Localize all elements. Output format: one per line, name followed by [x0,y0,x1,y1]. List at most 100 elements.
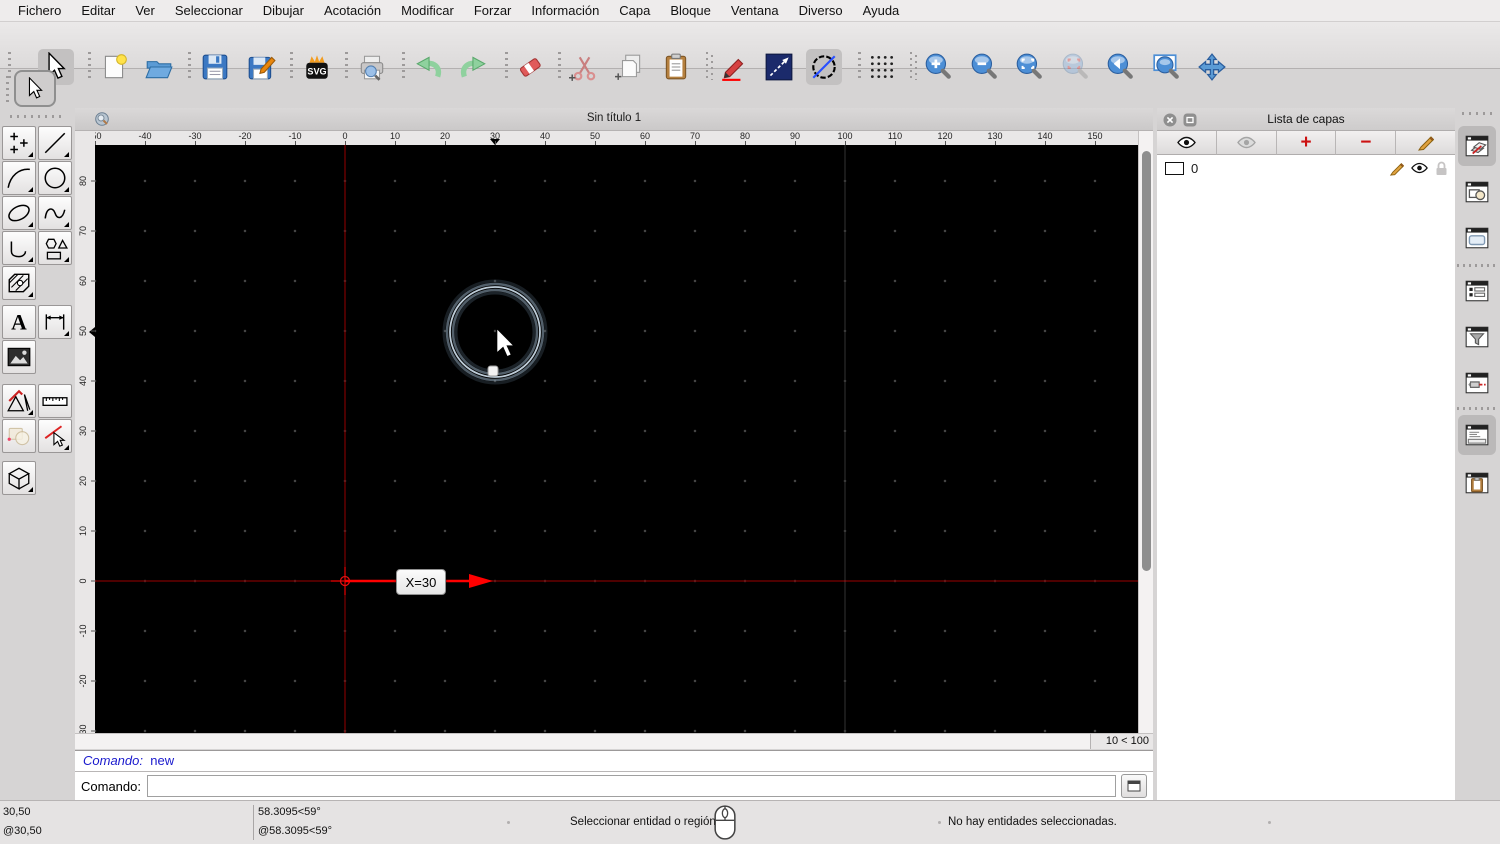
drawing-canvas[interactable]: X=30 [95,145,1138,733]
zoom-in-button[interactable] [920,49,956,85]
toolbar-grip[interactable] [188,52,191,80]
menu-diverso[interactable]: Diverso [789,0,853,22]
palette-selection-button[interactable] [14,70,56,107]
pan-button[interactable] [1194,49,1230,85]
grid-toggle-button[interactable] [864,49,900,85]
text-tool-button[interactable]: A [2,305,36,339]
save-button[interactable] [197,49,233,85]
menu-modificar[interactable]: Modificar [391,0,464,22]
horizontal-scrollbar[interactable] [75,733,1090,749]
toolbar-grip[interactable] [858,52,861,80]
open-file-button[interactable] [141,49,177,85]
measure-tool-button[interactable] [38,384,72,418]
zoom-out-button[interactable] [966,49,1002,85]
show-all-layers-button[interactable] [1157,131,1217,155]
remove-layer-button[interactable]: − [1336,131,1397,155]
menu-editar[interactable]: Editar [71,0,125,22]
dock-layer-list-button[interactable] [1458,126,1496,166]
layer-panel-header[interactable]: Lista de capas [1157,108,1455,131]
document-title-bar[interactable]: Sin título 1 [75,108,1153,131]
zoom-window-button[interactable] [1148,49,1184,85]
print-preview-button[interactable] [354,49,390,85]
polygon-tool-button[interactable] [38,231,72,265]
vertical-scrollbar-thumb[interactable] [1142,151,1151,571]
palette-grip[interactable] [6,76,9,104]
paste-button[interactable] [658,49,694,85]
pen-attributes-button[interactable] [716,49,752,85]
spline-tool-button[interactable] [38,196,72,230]
select-entity-tool-button[interactable] [38,419,72,453]
menu-dibujar[interactable]: Dibujar [253,0,314,22]
block-list-icon [1465,181,1489,203]
menu-informacion[interactable]: Información [521,0,609,22]
toolbar-grip[interactable] [910,52,918,80]
menu-ver[interactable]: Ver [125,0,165,22]
svg-export-button[interactable]: SVG [299,49,335,85]
dock-command-line-button[interactable] [1458,415,1496,455]
hatch-tool-button[interactable] [2,266,36,300]
polyline-tool-button[interactable] [2,231,36,265]
layer-row[interactable]: 0 [1157,155,1455,181]
line-tool-button[interactable] [38,126,72,160]
circle-attributes-button[interactable] [806,49,842,85]
cut-button[interactable] [566,49,602,85]
toolbar-grip[interactable] [558,52,561,80]
zoom-out-icon [971,53,997,79]
abs-polar-coords: 58.3095<59° [258,806,321,818]
delete-button[interactable] [512,49,548,85]
layer-color-swatch[interactable] [1165,161,1184,175]
save-as-button[interactable] [243,49,279,85]
dock-grip[interactable] [1462,112,1492,115]
zoom-selected-button[interactable] [1057,49,1093,85]
dock-block-list-button[interactable] [1458,172,1496,212]
add-layer-button[interactable]: + [1276,131,1337,155]
arc-tool-button[interactable] [2,161,36,195]
copy-button[interactable] [612,49,648,85]
menu-ventana[interactable]: Ventana [721,0,789,22]
modify-tool-button[interactable] [2,419,36,453]
menu-ayuda[interactable]: Ayuda [853,0,910,22]
toolbar-grip[interactable] [88,52,91,80]
zoom-previous-button[interactable] [1102,49,1138,85]
layer-visibility-eye-icon[interactable] [1411,162,1428,174]
points-tool-button[interactable] [2,126,36,160]
command-input[interactable] [146,775,1116,797]
hide-all-layers-button[interactable] [1216,131,1277,155]
box3d-tool-button[interactable] [2,461,36,495]
dock-property-list-button[interactable] [1458,271,1496,311]
menu-fichero[interactable]: Fichero [8,0,71,22]
menu-forzar[interactable]: Forzar [464,0,522,22]
main-toolbar: SVG [0,22,1500,85]
dock-pen-widget-button[interactable] [1458,363,1496,403]
redo-button[interactable] [456,49,492,85]
toolbar-grip[interactable] [345,52,348,80]
toolbar-grip[interactable] [706,52,714,80]
palette-grip[interactable] [10,115,62,118]
toolbar-grip[interactable] [505,52,508,80]
image-tool-button[interactable] [2,340,36,374]
toolbar-grip[interactable] [402,52,405,80]
layer-edit-pencil-icon[interactable] [1389,161,1404,176]
vertical-scrollbar[interactable] [1138,131,1153,733]
construction-tool-button[interactable] [2,384,36,418]
dimension-tool-button[interactable] [38,305,72,339]
dock-filter-button[interactable] [1458,317,1496,357]
new-file-button[interactable] [96,49,132,85]
circle-tool-button[interactable] [38,161,72,195]
zoom-auto-button[interactable] [1011,49,1047,85]
dock-clipboard-button[interactable] [1458,463,1496,503]
command-detach-button[interactable] [1121,774,1147,798]
menu-acotacion[interactable]: Acotación [314,0,391,22]
entity-handle[interactable] [487,365,499,377]
menu-capa[interactable]: Capa [609,0,660,22]
dock-library-browser-button[interactable] [1458,218,1496,258]
undo-button[interactable] [410,49,446,85]
layer-lock-icon[interactable] [1435,161,1448,176]
ruler-corner [75,131,95,145]
edit-layer-button[interactable] [1396,131,1455,155]
ellipse-tool-button[interactable] [2,196,36,230]
menu-seleccionar[interactable]: Seleccionar [165,0,253,22]
line-attributes-button[interactable] [761,49,797,85]
toolbar-grip[interactable] [290,52,293,80]
menu-bloque[interactable]: Bloque [660,0,720,22]
